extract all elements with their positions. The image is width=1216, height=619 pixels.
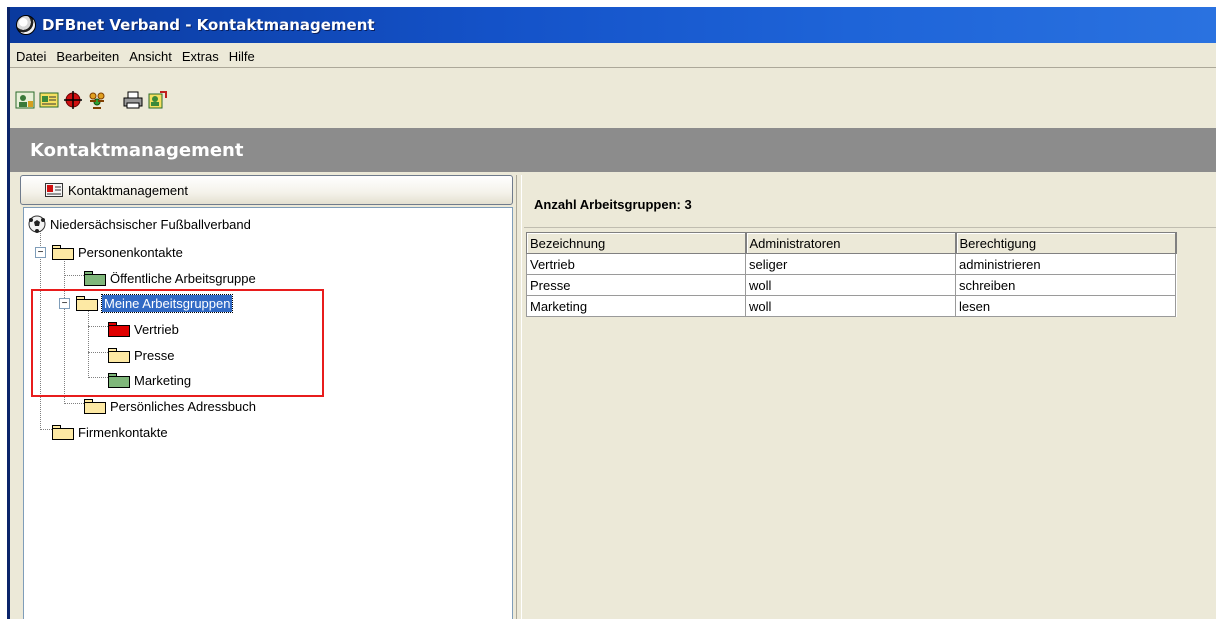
folder-icon xyxy=(84,398,106,414)
folder-icon xyxy=(52,424,74,440)
contact-tree: Niedersächsischer Fußballverband − Perso… xyxy=(23,207,513,619)
collapse-icon[interactable]: − xyxy=(35,247,46,258)
table-row[interactable]: Marketing woll lesen xyxy=(526,295,1176,317)
toolbar xyxy=(10,83,1216,117)
table-row[interactable]: Vertrieb seliger administrieren xyxy=(526,253,1176,275)
tree-item-firmenkontakte[interactable]: Firmenkontakte xyxy=(52,421,168,443)
column-header-administratoren[interactable]: Administratoren xyxy=(745,232,957,254)
menu-extras[interactable]: Extras xyxy=(182,49,219,64)
tree-item-oeffentliche-arbeitsgruppe[interactable]: Öffentliche Arbeitsgruppe xyxy=(84,267,256,289)
column-header-berechtigung[interactable]: Berechtigung xyxy=(955,232,1177,254)
tree-item-adressbuch[interactable]: Persönliches Adressbuch xyxy=(84,395,256,417)
menu-hilfe[interactable]: Hilfe xyxy=(229,49,255,64)
detail-pane: Anzahl Arbeitsgruppen: 3 Bezeichnung Adm… xyxy=(524,175,1216,619)
folder-icon xyxy=(52,244,74,260)
pane-splitter[interactable] xyxy=(516,175,522,619)
column-header-bezeichnung[interactable]: Bezeichnung xyxy=(526,232,747,254)
menu-ansicht[interactable]: Ansicht xyxy=(129,49,172,64)
user-contact-icon[interactable] xyxy=(14,89,36,111)
tree-item-personenkontakte[interactable]: Personenkontakte xyxy=(52,241,183,263)
table-cell: woll xyxy=(745,295,956,317)
soccer-ball-icon xyxy=(16,15,36,35)
table-row[interactable]: Presse woll schreiben xyxy=(526,274,1176,296)
address-card-icon[interactable] xyxy=(38,89,60,111)
kontaktmanagement-button-label: Kontaktmanagement xyxy=(68,182,188,198)
table-cell: Presse xyxy=(526,274,746,296)
detail-separator xyxy=(524,227,1216,228)
table-cell: schreiben xyxy=(955,274,1176,296)
section-title: Kontaktmanagement xyxy=(30,139,244,161)
table-cell: Vertrieb xyxy=(526,253,746,275)
tree-label-personenkontakte: Personenkontakte xyxy=(78,244,183,260)
group-icon[interactable] xyxy=(86,89,108,111)
table-cell: Marketing xyxy=(526,295,746,317)
export-icon[interactable] xyxy=(146,89,168,111)
menu-datei[interactable]: Datei xyxy=(16,49,46,64)
menu-separator xyxy=(10,67,1216,68)
menu-bar: Datei Bearbeiten Ansicht Extras Hilfe xyxy=(10,45,1216,67)
tree-label-verband: Niedersächsischer Fußballverband xyxy=(50,216,251,232)
tree-label-oeffentliche: Öffentliche Arbeitsgruppe xyxy=(110,270,256,286)
navigation-pane: Kontaktmanagement Niedersächsischer Fußb… xyxy=(20,175,513,619)
tree-label-firmenkontakte: Firmenkontakte xyxy=(78,424,168,440)
groups-table: Bezeichnung Administratoren Berechtigung… xyxy=(526,232,1177,317)
section-header: Kontaktmanagement xyxy=(10,128,1216,172)
kontaktmanagement-button[interactable]: Kontaktmanagement xyxy=(20,175,513,205)
window-title: DFBnet Verband - Kontaktmanagement xyxy=(42,16,375,34)
table-header-row: Bezeichnung Administratoren Berechtigung xyxy=(526,232,1177,254)
menu-bearbeiten[interactable]: Bearbeiten xyxy=(56,49,119,64)
table-cell: administrieren xyxy=(955,253,1176,275)
target-icon[interactable] xyxy=(62,89,84,111)
green-folder-icon xyxy=(84,270,106,286)
tree-item-verband[interactable]: Niedersächsischer Fußballverband xyxy=(28,213,251,235)
title-bar[interactable]: DFBnet Verband - Kontaktmanagement xyxy=(10,7,1216,43)
group-count-label: Anzahl Arbeitsgruppen: 3 xyxy=(534,197,692,212)
table-cell: seliger xyxy=(745,253,956,275)
table-cell: lesen xyxy=(955,295,1176,317)
highlight-annotation-box xyxy=(31,289,324,397)
tree-label-adressbuch: Persönliches Adressbuch xyxy=(110,398,256,414)
table-cell: woll xyxy=(745,274,956,296)
contact-card-icon xyxy=(45,183,63,197)
print-icon[interactable] xyxy=(122,89,144,111)
soccer-ball-icon xyxy=(28,215,46,233)
